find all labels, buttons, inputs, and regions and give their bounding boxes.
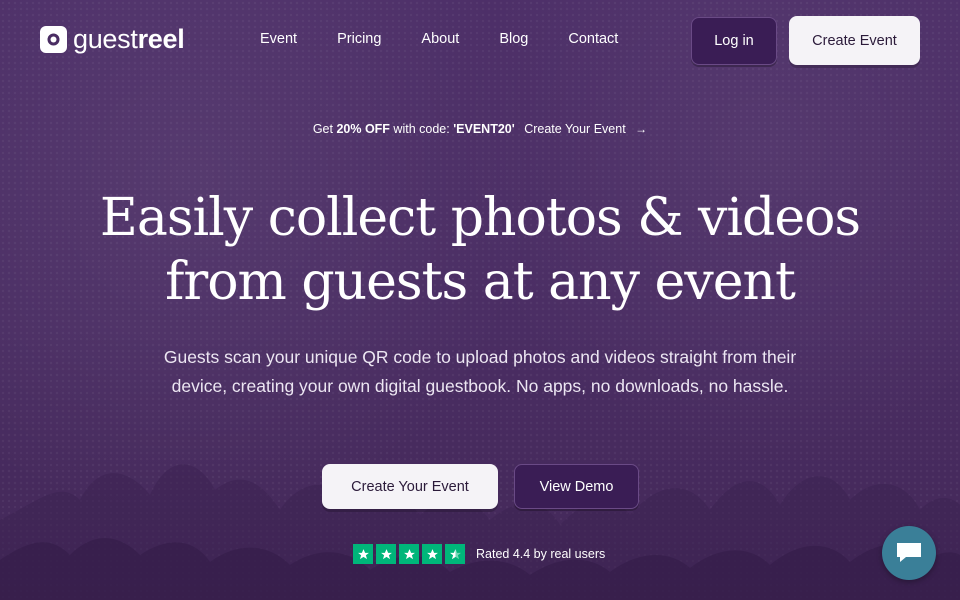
hero-title-line-2: from guests at any event [165,252,796,312]
chat-widget-button[interactable] [882,526,936,580]
rating-text: Rated 4.4 by real users [476,547,606,561]
star-icon [422,544,442,564]
site-header: guestreel Event Pricing About Blog Conta… [0,0,960,80]
promo-cta-link[interactable]: Create Your Event [524,122,625,136]
promo-middle: with code: [389,122,454,136]
nav-item-contact[interactable]: Contact [568,30,618,48]
nav-item-event[interactable]: Event [260,30,297,48]
view-demo-button[interactable]: View Demo [514,464,639,509]
hero-subtitle: Guests scan your unique QR code to uploa… [163,347,797,396]
rating-stars [353,544,465,564]
chat-bubble-icon [897,543,921,562]
login-button[interactable]: Log in [691,17,777,65]
promo-prefix: Get [312,122,337,136]
create-your-event-button[interactable]: Create Your Event [322,464,498,509]
brand-logo[interactable]: guestreel [40,24,185,54]
star-icon [399,544,419,564]
logo-text-bold: reel [137,24,185,54]
nav-item-pricing[interactable]: Pricing [337,30,381,48]
nav-item-blog[interactable]: Blog [499,30,528,48]
rating-bar: Rated 4.4 by real users [353,544,605,564]
nav-item-about[interactable]: About [421,30,459,48]
hero-title: Easily collect photos & videos from gues… [0,186,960,314]
hero-title-line-1: Easily collect photos & videos [99,188,861,248]
logo-wordmark: guestreel [73,24,185,54]
logo-mark-icon [40,25,67,53]
promo-code: 'EVENT20' [453,122,515,136]
half-star-icon [445,544,465,564]
main-nav: Event Pricing About Blog Contact [260,30,658,48]
logo-text-light: guest [73,24,138,54]
star-icon [353,544,373,564]
promo-discount: 20% OFF [336,122,390,136]
create-event-button[interactable]: Create Event [789,16,920,65]
promo-banner[interactable]: Get 20% OFF with code: 'EVENT20' Create … [0,121,960,137]
star-icon [376,544,396,564]
arrow-right-icon: → [635,122,648,136]
